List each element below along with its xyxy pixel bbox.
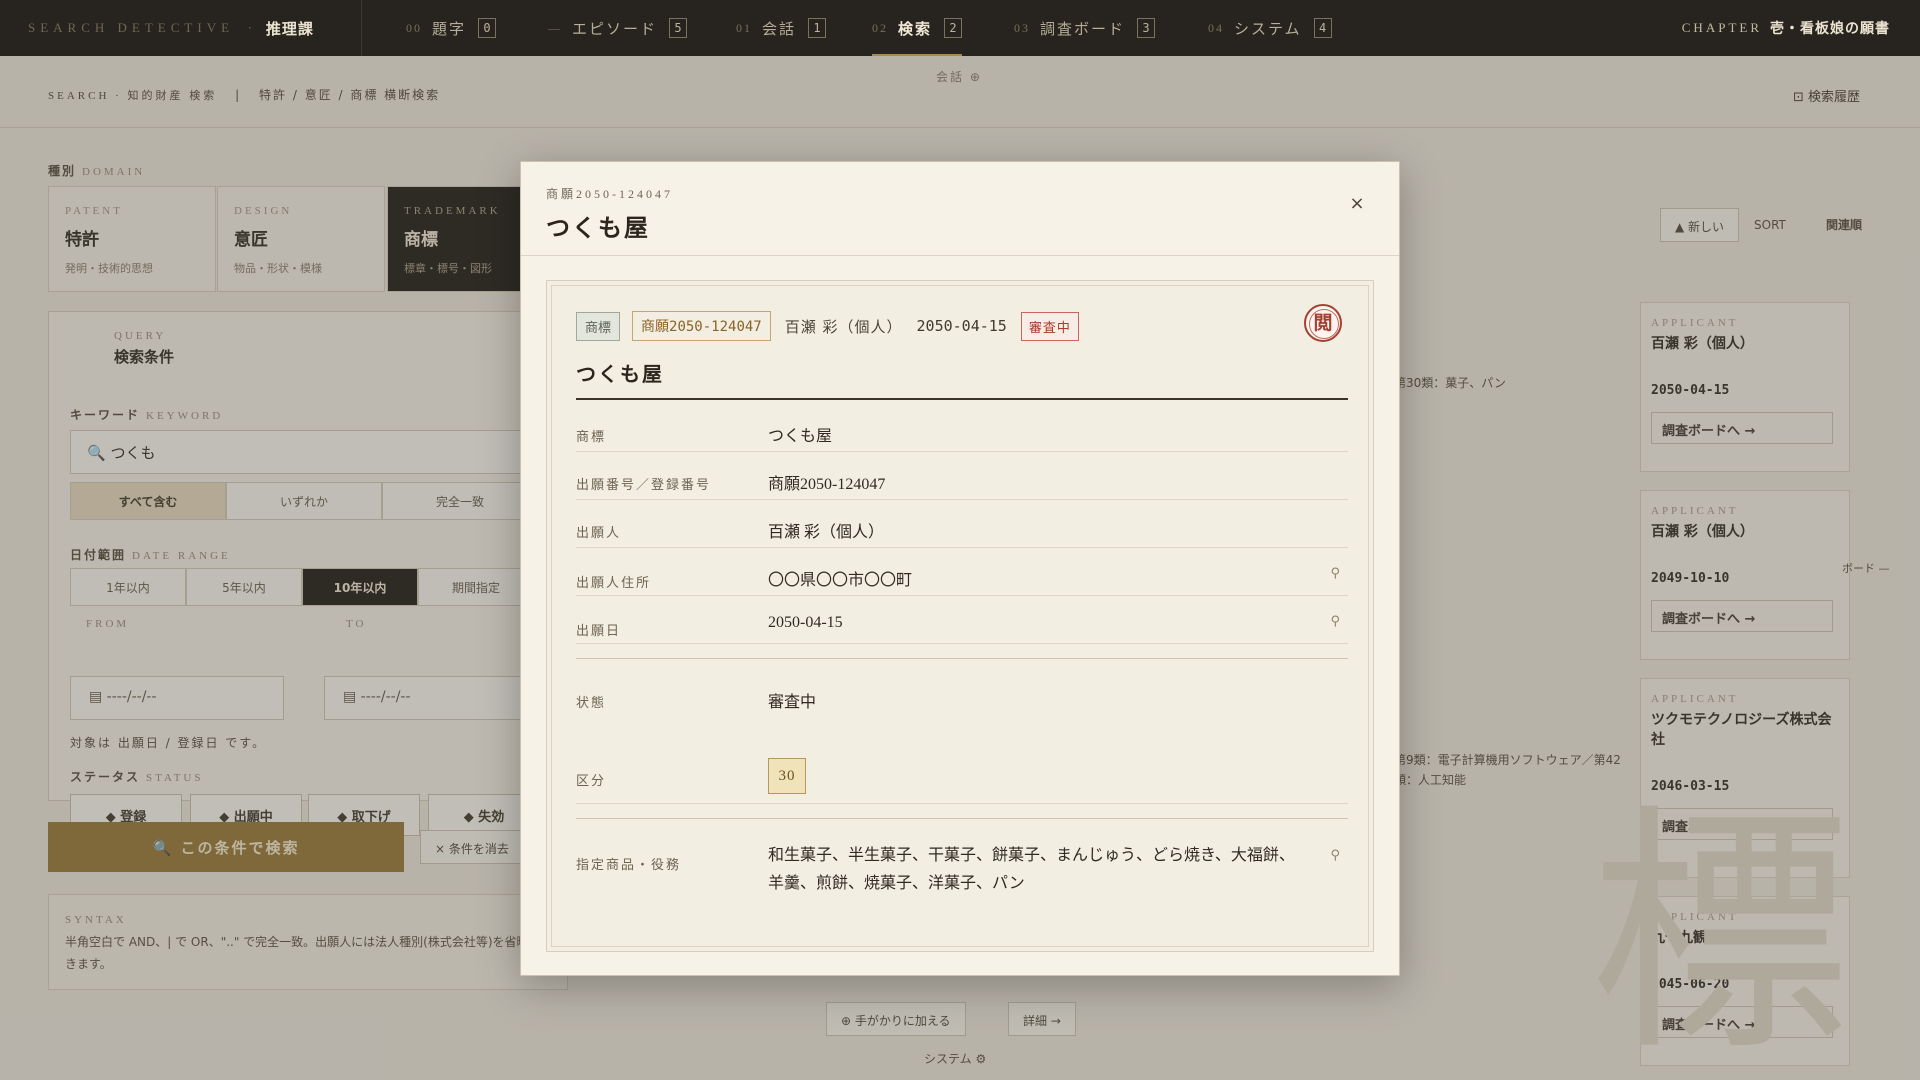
class-chip: 30 [768,758,806,794]
pin-clue-icon[interactable]: ⚲ [1330,614,1340,629]
field-value: 2050-04-15 [768,614,843,631]
nav-tab-label: 検索 [898,19,933,38]
field-label: 出願日 [576,624,622,639]
field-row-number: 出願番号／登録番号 商願2050-124047 [576,452,1348,500]
field-label: 状態 [576,696,607,711]
modal-header: 商願2050-124047 つくも屋 × [521,162,1399,256]
brand-english: SEARCH DETECTIVE [28,20,235,35]
nav-tab-number: 01 [736,20,752,35]
nav-tab-title[interactable]: 00 題字 0 [406,0,497,56]
application-document: 商標 商願2050-124047 百瀬 彩（個人） 2050-04-15 審査中… [546,280,1374,952]
document-frame: 商標 商願2050-124047 百瀬 彩（個人） 2050-04-15 審査中… [551,285,1369,947]
field-value: 〇〇県〇〇市〇〇町 [768,572,913,589]
field-row-class: 区分 30 [576,740,1348,804]
nav-tab-label: 調査ボード [1040,19,1126,38]
modal-application-number: 商願2050-124047 [546,187,673,201]
nav-tab-shortcut: 4 [1313,18,1332,38]
brand-separator: · [248,21,252,35]
nav-tab-number: 02 [872,20,888,35]
brand-title: 推理課 [265,19,314,38]
field-value: 審査中 [768,694,817,711]
document-badges: 商標 商願2050-124047 百瀬 彩（個人） 2050-04-15 審査中 [576,311,1079,341]
brand: SEARCH DETECTIVE · 推理課 [0,0,362,56]
field-row-status: 状態 審査中 [576,660,1348,740]
nav-tab-shortcut: 3 [1137,18,1156,38]
field-row-goods: 指定商品・役務 和生菓子、半生菓子、干菓子、餅菓子、まんじゅう、どら焼き、大福餅… [576,820,1348,930]
nav-tab-system[interactable]: 04 システム 4 [1208,0,1332,56]
field-label: 出願人 [576,526,622,541]
heading-rule [576,398,1348,400]
mark-name-heading: つくも屋 [576,362,664,386]
field-label: 商標 [576,430,607,445]
chapter-title: 壱・看板娘の願書 [1770,21,1890,37]
pin-clue-icon[interactable]: ⚲ [1330,848,1340,863]
viewed-seal-icon: 閲 [1304,304,1342,342]
nav-tab-number: 03 [1014,20,1030,35]
pin-clue-icon[interactable]: ⚲ [1330,566,1340,581]
section-divider [576,658,1348,659]
top-navigation-bar: SEARCH DETECTIVE · 推理課 00 題字 0 — エピソード 5… [0,0,1920,56]
nav-tab-number: 00 [406,20,422,35]
application-number-tag: 商願2050-124047 [632,311,771,341]
nav-tab-conversation[interactable]: 01 会話 1 [736,0,827,56]
field-row-applicant: 出願人 百瀬 彩（個人） [576,500,1348,548]
field-label: 指定商品・役務 [576,858,682,873]
nav-tab-label: システム [1234,19,1302,38]
nav-tab-label: エピソード [572,19,658,38]
field-row-filing-date: 出願日 2050-04-15 ⚲ [576,596,1348,644]
applicant-text: 百瀬 彩（個人） [784,317,903,336]
field-row-mark: 商標 つくも屋 [576,404,1348,452]
modal-title: つくも屋 [546,213,650,242]
nav-tab-label: 会話 [762,19,797,38]
filing-date-text: 2050-04-15 [916,317,1007,335]
nav-tab-shortcut: 0 [478,18,497,38]
nav-tab-shortcut: 2 [944,18,963,38]
field-value: つくも屋 [768,428,833,445]
nav-tab-investigation-board[interactable]: 03 調査ボード 3 [1014,0,1156,56]
nav-tab-shortcut: 5 [669,18,688,38]
nav-tab-episode[interactable]: — エピソード 5 [548,0,688,56]
status-badge: 審査中 [1020,311,1079,341]
trademark-detail-modal: 商願2050-124047 つくも屋 × 商標 商願2050-124047 百瀬… [520,161,1400,976]
close-icon[interactable]: × [1347,194,1367,214]
category-tag: 商標 [576,311,621,341]
field-value: 百瀬 彩（個人） [768,524,885,541]
field-row-address: 出願人住所 〇〇県〇〇市〇〇町 ⚲ [576,548,1348,596]
chapter-label: CHAPTER [1681,20,1762,35]
nav-tab-number: — [548,20,562,35]
nav-tab-number: 04 [1208,20,1224,35]
chapter-indicator: CHAPTER 壱・看板娘の願書 [1682,0,1890,56]
field-value: 商願2050-124047 [768,476,886,493]
nav-tab-label: 題字 [432,19,467,38]
section-divider [576,818,1348,819]
field-label: 出願番号／登録番号 [576,478,712,493]
field-label: 区分 [576,774,607,789]
field-label: 出願人住所 [576,576,652,591]
nav-tab-shortcut: 1 [808,18,827,38]
nav-tab-search[interactable]: 02 検索 2 [872,0,963,56]
field-value: 和生菓子、半生菓子、干菓子、餅菓子、まんじゅう、どら焼き、大福餅、羊羹、煎餅、焼… [768,847,1295,892]
